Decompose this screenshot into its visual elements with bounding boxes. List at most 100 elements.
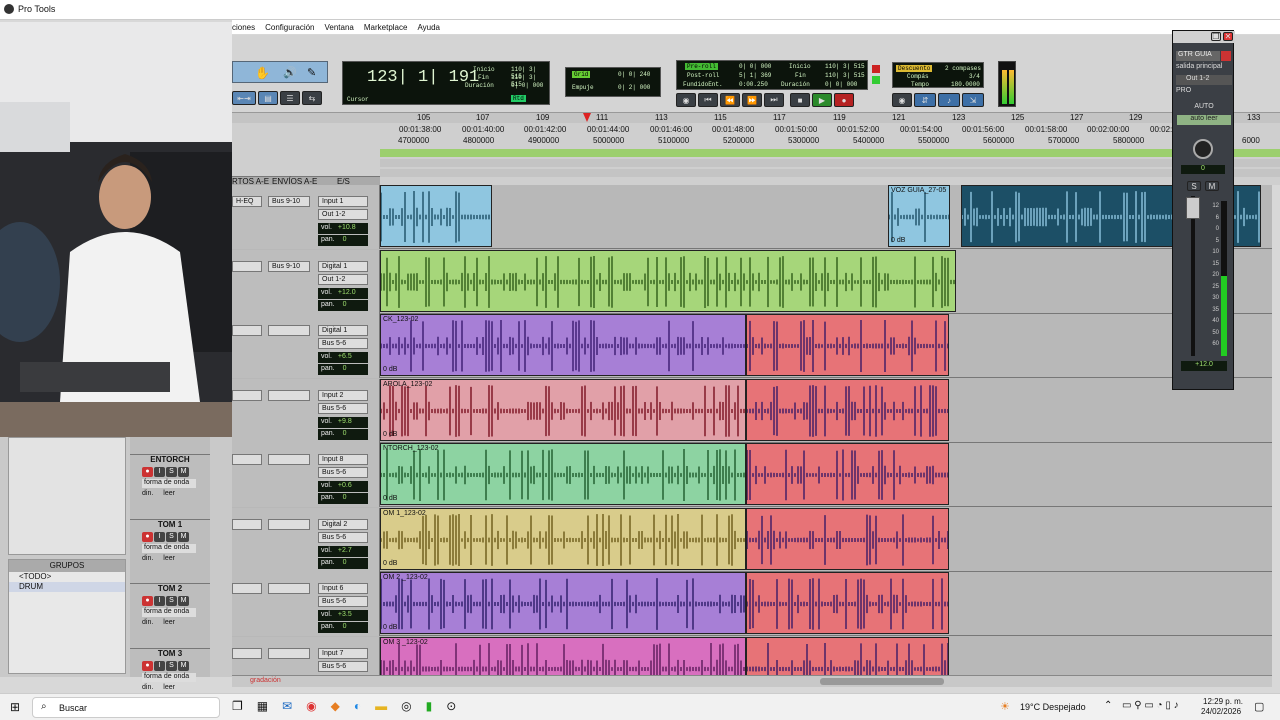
input-selector[interactable]: Digital 1 [318,325,368,336]
audio-clip[interactable]: OM 3 _123-02 [380,636,746,675]
audio-clip[interactable]: AROLA_123-02 0 dB [380,378,746,441]
track-name[interactable]: TOM 3 [130,649,210,658]
audio-clip[interactable]: OM 2 _123-02 0 dB [380,572,746,634]
main-counter[interactable]: 123| 1| 191 Cursor Inicio 110| 3| 515 Fi… [342,61,550,105]
automation-read[interactable]: leer [163,684,175,691]
menu-item-ayuda[interactable]: Ayuda [417,23,440,32]
automation-read[interactable]: leer [163,619,175,626]
samples-ruler[interactable]: 4700000 4800000 4900000 5000000 5100000 … [232,136,1280,146]
tempo-ruler[interactable] [380,159,1280,167]
group-item[interactable]: DRUM [9,582,125,592]
din-button[interactable]: din. [142,555,153,562]
menu-item-operaciones[interactable]: ciones [232,23,255,32]
meter-app-icon[interactable]: ▮ [426,699,433,713]
marker-ruler[interactable] [380,149,1280,157]
output-selector[interactable]: Bus 5-6 [318,531,368,543]
solo-button[interactable]: S [166,467,177,477]
rewind-icon[interactable]: ⏪ [720,93,740,107]
metronome-icon[interactable]: ◉ [892,93,912,107]
input-monitor-button[interactable]: I [154,467,165,477]
audio-clip[interactable]: OM 1_123-02 0 dB [380,507,746,570]
tempo-display[interactable]: Descuento 2 compases Compás 3/4 Tempo 18… [892,62,984,88]
insert-slot[interactable] [232,325,262,336]
mixer-bus[interactable]: Out 1-2 [1176,75,1232,85]
mute-button[interactable]: M [1205,181,1219,191]
output-selector[interactable]: Bus 5-6 [318,338,368,349]
solo-button[interactable]: S [1187,181,1201,191]
input-monitor-button[interactable]: I [154,660,165,671]
din-button[interactable]: din. [142,619,153,626]
audio-clip[interactable]: CK_123-02 0 dB [380,314,746,376]
insert-slot[interactable] [232,518,262,530]
return-to-zero-icon[interactable]: ⏮ [698,93,718,107]
input-monitor-button[interactable]: I [154,596,165,606]
notifications-icon[interactable]: ▢ [1254,700,1264,713]
grid-nudge-display[interactable]: Grid 0| 0| 240 Empuje 0| 2| 000 [565,67,661,97]
insert-slot[interactable]: H-EQ [232,196,262,207]
send-slot[interactable] [268,454,310,465]
audio-clip[interactable] [746,378,949,441]
scrollbar-thumb[interactable] [820,678,944,685]
close-icon[interactable]: ✕ [1223,32,1233,41]
automation-read[interactable]: leer [163,490,175,497]
insert-slot[interactable] [232,260,262,272]
list-icon[interactable]: ☰ [280,91,300,105]
fast-forward-icon[interactable]: ⏩ [742,93,762,107]
conductor-icon[interactable]: ♪ [938,93,960,107]
countoff-icon[interactable]: ⇲ [962,93,984,107]
insert-slot[interactable] [232,647,262,659]
input-selector[interactable]: Digital 1 [318,260,368,272]
mute-button[interactable]: M [178,467,189,477]
output-selector[interactable]: Bus 5-6 [318,402,368,414]
menu-item-marketplace[interactable]: Marketplace [364,23,408,32]
task-view-icon[interactable]: ❐ [232,699,243,713]
din-button[interactable]: din. [142,684,153,691]
input-monitor-button[interactable]: I [154,531,165,542]
track-header[interactable]: TOM 1 ● I S Mforma de onda din. leer [130,518,210,581]
output-selector[interactable]: Bus 5-6 [318,660,368,672]
menu-item-configuracion[interactable]: Configuración [265,23,314,32]
edge-icon[interactable]: ◐ [354,699,361,713]
automation-read[interactable]: leer [163,555,175,562]
pro-tools-task-icon[interactable]: ◎ [401,699,411,713]
send-slot[interactable] [268,325,310,336]
view-selector[interactable]: forma de onda [142,672,196,682]
record-enable-button[interactable]: ● [142,467,153,477]
online-icon[interactable]: ◉ [676,93,696,107]
rtd-badge[interactable]: Rtd [511,95,526,102]
volume-fader[interactable] [1186,197,1200,219]
browser-icon[interactable]: ◆ [331,699,340,713]
tray-icons[interactable]: ▭ ⚲ ▭ ◔ ▯ ♪ [1122,700,1179,711]
mute-button[interactable]: M [178,660,189,671]
recorder-app-icon[interactable]: ⊙ [446,699,456,713]
audio-clip[interactable] [746,636,949,675]
taskbar-search[interactable]: ⌕ Buscar [32,697,220,718]
audio-clip[interactable] [746,572,949,634]
insert-slot[interactable] [232,583,262,594]
pan-knob-icon[interactable] [1193,139,1213,159]
menu-item-ventana[interactable]: Ventana [325,23,354,32]
midi-merge-icon[interactable]: ⇵ [914,93,936,107]
play-icon[interactable]: ▶ [812,93,832,107]
send-slot[interactable] [268,583,310,594]
transport-display[interactable]: Pre-roll 0| 0| 000 Post-roll 5| 1| 369 F… [676,60,868,90]
audio-clip[interactable] [746,314,949,376]
zoom-icon[interactable]: ⇤⇥ [232,91,256,105]
send-slot[interactable] [268,647,310,659]
horizontal-scrollbar[interactable]: gradación [232,675,1272,687]
din-button[interactable]: din. [142,490,153,497]
tray-chevron-icon[interactable]: ⌃ [1104,700,1112,711]
send-slot[interactable] [268,518,310,530]
input-selector[interactable]: Input 6 [318,583,368,594]
output-selector[interactable]: Out 1-2 [318,209,368,220]
audio-clip[interactable] [380,249,956,312]
meter-ruler[interactable] [380,169,1280,177]
store-icon[interactable]: ▦ [257,699,268,713]
arrows-icon[interactable]: ⇆ [302,91,322,105]
output-selector[interactable]: Out 1-2 [318,273,368,285]
insert-slot[interactable] [232,389,262,401]
insert-slot[interactable] [232,454,262,465]
weather-text[interactable]: 19°C Despejado [1020,702,1086,712]
record-icon[interactable]: ● [834,93,854,107]
track-list[interactable] [8,437,126,555]
